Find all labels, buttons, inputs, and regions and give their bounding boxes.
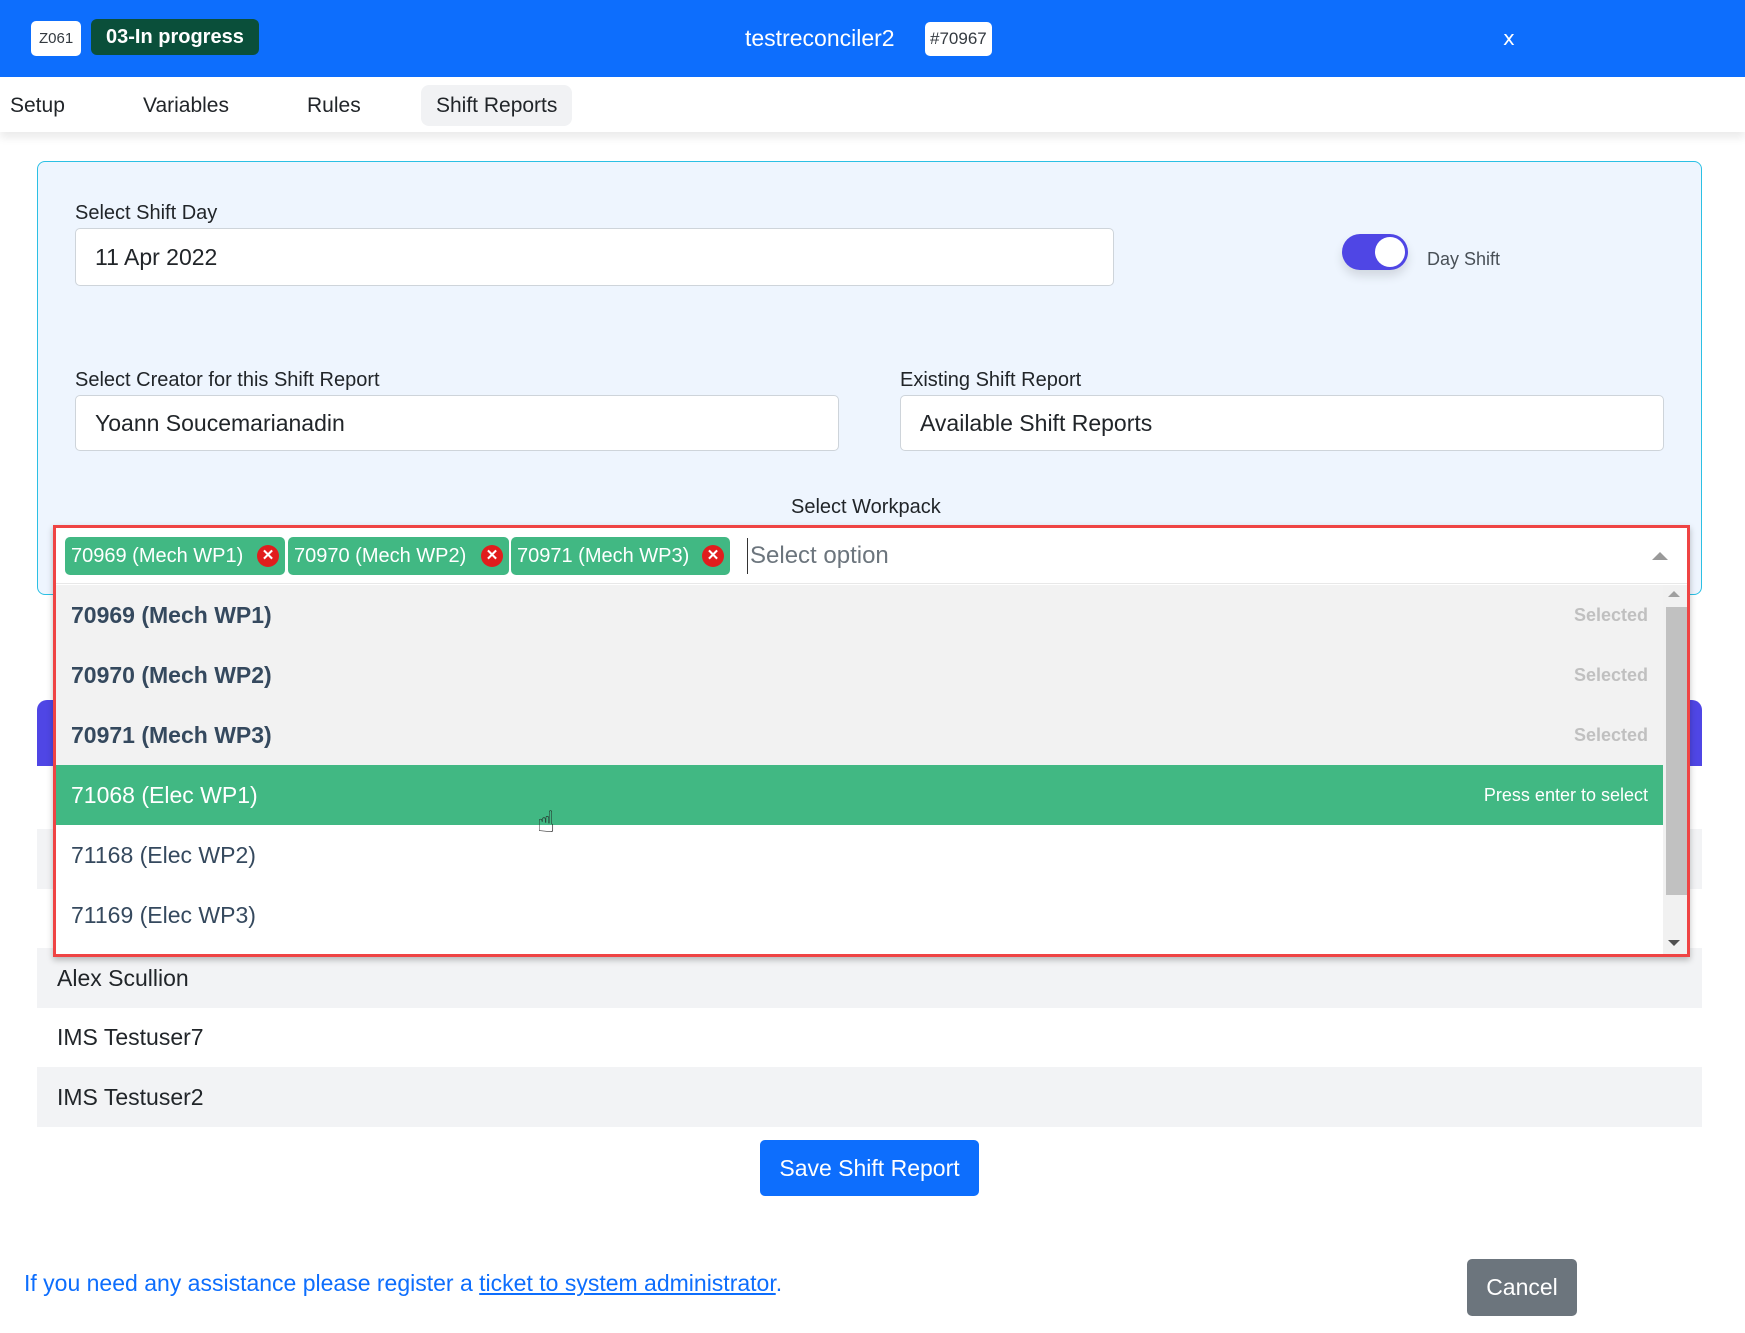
option-hint: Selected bbox=[1573, 605, 1648, 625]
existing-report-value: Available Shift Reports bbox=[920, 410, 1153, 436]
creator-value: Yoann Soucemarianadin bbox=[95, 410, 345, 436]
existing-report-select[interactable]: Available Shift Reports bbox=[900, 395, 1664, 451]
option-label: 71068 (Elec WP1) bbox=[71, 782, 258, 808]
options-scrollbar[interactable] bbox=[1663, 585, 1687, 954]
scroll-up-arrow-icon[interactable] bbox=[1668, 591, 1680, 597]
selected-tag: 70970 (Mech WP2) ✕ bbox=[288, 537, 509, 575]
selected-tag: 70971 (Mech WP3) ✕ bbox=[511, 537, 730, 575]
workpack-option[interactable]: 71169 (Elec WP3) bbox=[56, 885, 1663, 945]
option-label: 71168 (Elec WP2) bbox=[71, 842, 256, 868]
existing-report-label: Existing Shift Report bbox=[900, 369, 1082, 391]
option-hint: Selected bbox=[1573, 725, 1648, 745]
workpack-option[interactable]: 70971 (Mech WP3) Selected bbox=[56, 705, 1663, 765]
scroll-down-arrow-icon[interactable] bbox=[1668, 940, 1680, 946]
option-label: 70971 (Mech WP3) bbox=[71, 722, 272, 748]
user-row[interactable]: Alex Scullion bbox=[37, 948, 1702, 1008]
tag-label: 70971 (Mech WP3) bbox=[517, 545, 690, 567]
tab-rules[interactable]: Rules bbox=[307, 85, 361, 126]
tag-label: 70970 (Mech WP2) bbox=[294, 545, 467, 567]
modal-header: Z061 03-In progress testreconciler2 #709… bbox=[0, 0, 1745, 77]
workpack-placeholder: Select option bbox=[750, 542, 889, 569]
page-title: testreconciler2 bbox=[745, 25, 895, 51]
save-shift-report-button[interactable]: Save Shift Report bbox=[760, 1140, 979, 1196]
option-label: 70970 (Mech WP2) bbox=[71, 662, 272, 688]
shift-day-label: Select Shift Day bbox=[75, 202, 218, 224]
workpack-option[interactable]: 71168 (Elec WP2) bbox=[56, 825, 1663, 885]
shift-day-input[interactable]: 11 Apr 2022 bbox=[75, 228, 1114, 286]
assistance-footer: If you need any assistance please regist… bbox=[24, 1270, 782, 1297]
tab-setup[interactable]: Setup bbox=[10, 85, 65, 126]
creator-label: Select Creator for this Shift Report bbox=[75, 369, 380, 391]
code-badge: Z061 bbox=[31, 21, 82, 56]
hand-cursor-icon: ☝ bbox=[537, 805, 556, 840]
id-badge: #70967 bbox=[925, 22, 992, 56]
remove-tag-icon[interactable]: ✕ bbox=[481, 545, 503, 567]
creator-select[interactable]: Yoann Soucemarianadin bbox=[75, 395, 839, 451]
workpack-label: Select Workpack bbox=[791, 496, 941, 518]
selected-tag: 70969 (Mech WP1) ✕ bbox=[65, 537, 285, 575]
workpack-options-list: 70969 (Mech WP1) Selected 70970 (Mech WP… bbox=[56, 585, 1663, 954]
workpack-option[interactable]: 70970 (Mech WP2) Selected bbox=[56, 645, 1663, 705]
tab-shift-reports[interactable]: Shift Reports bbox=[421, 85, 573, 126]
remove-tag-icon[interactable]: ✕ bbox=[702, 545, 724, 567]
day-shift-label: Day Shift bbox=[1427, 249, 1501, 269]
cancel-button[interactable]: Cancel bbox=[1467, 1259, 1577, 1316]
option-label: 71169 (Elec WP3) bbox=[71, 902, 256, 928]
workpack-option[interactable]: 71068 (Elec WP1) Press enter to select bbox=[56, 765, 1663, 825]
tab-variables[interactable]: Variables bbox=[143, 85, 229, 126]
toggle-knob bbox=[1375, 237, 1405, 267]
shift-day-value: 11 Apr 2022 bbox=[95, 244, 218, 270]
user-row[interactable]: IMS Testuser7 bbox=[37, 1007, 1702, 1067]
option-label: 70969 (Mech WP1) bbox=[71, 602, 272, 628]
footer-text: If you need any assistance please regist… bbox=[24, 1270, 480, 1296]
workpack-multiselect[interactable]: 70969 (Mech WP1) ✕ 70970 (Mech WP2) ✕ 70… bbox=[53, 525, 1690, 957]
option-hint: Selected bbox=[1573, 665, 1648, 685]
ticket-link[interactable]: ticket to system administrator bbox=[479, 1270, 776, 1296]
scroll-thumb[interactable] bbox=[1666, 607, 1687, 895]
close-icon[interactable]: x bbox=[1503, 25, 1515, 51]
status-badge: 03-In progress bbox=[91, 19, 259, 55]
user-row[interactable]: IMS Testuser2 bbox=[37, 1067, 1702, 1127]
tag-label: 70969 (Mech WP1) bbox=[71, 545, 244, 567]
workpack-search-input[interactable]: Select option bbox=[747, 538, 1447, 574]
remove-tag-icon[interactable]: ✕ bbox=[257, 545, 279, 567]
caret-up-icon[interactable] bbox=[1652, 552, 1668, 560]
day-shift-toggle[interactable] bbox=[1342, 234, 1408, 270]
workpack-option[interactable]: 70969 (Mech WP1) Selected bbox=[56, 585, 1663, 645]
option-hint: Press enter to select bbox=[1483, 785, 1648, 805]
tab-bar: Setup Variables Rules Shift Reports bbox=[0, 77, 1745, 132]
footer-period: . bbox=[775, 1270, 783, 1296]
selected-tags-area: 70969 (Mech WP1) ✕ 70970 (Mech WP2) ✕ 70… bbox=[56, 528, 1687, 584]
